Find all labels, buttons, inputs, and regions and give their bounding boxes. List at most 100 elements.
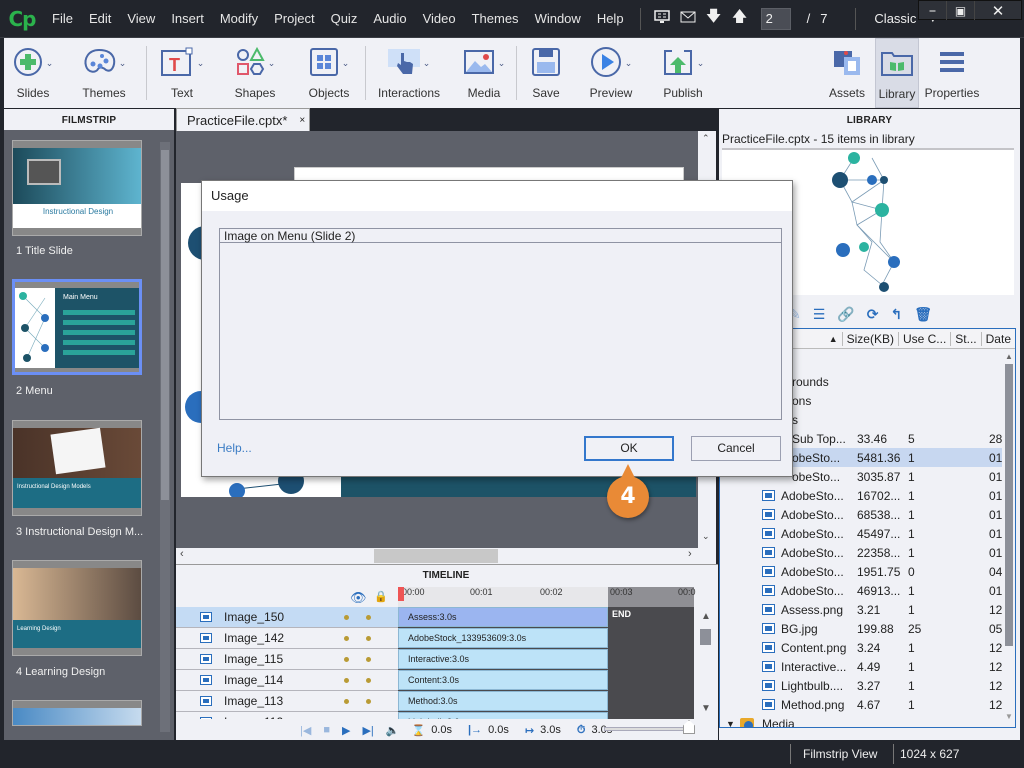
- library-media-folder[interactable]: ▼ Media: [720, 714, 1002, 728]
- column-date[interactable]: Date: [980, 331, 1015, 346]
- cancel-button[interactable]: Cancel: [691, 436, 781, 461]
- current-slide-input[interactable]: [760, 7, 791, 30]
- lock-dot[interactable]: [366, 614, 371, 620]
- lock-dot[interactable]: [366, 656, 371, 662]
- timeline-bar[interactable]: Interactive:3.0s: [398, 649, 608, 669]
- themes-button[interactable]: ⌄ Themes: [62, 38, 146, 108]
- column-status[interactable]: St...: [950, 331, 980, 346]
- slider-handle[interactable]: [683, 720, 695, 734]
- menu-edit[interactable]: Edit: [81, 11, 119, 26]
- forward-to-end-icon[interactable]: ▶|: [362, 724, 373, 737]
- scrollbar-thumb[interactable]: [1005, 364, 1013, 646]
- slide-thumbnail-5[interactable]: [12, 700, 142, 726]
- timeline-bar[interactable]: Lightbulb:3.0s: [398, 712, 608, 719]
- timeline-layer-row[interactable]: Image_115: [176, 649, 398, 670]
- audio-icon[interactable]: 🔈: [386, 724, 400, 737]
- scroll-down-icon[interactable]: ▼: [701, 703, 711, 714]
- library-item-row[interactable]: AdobeSto... 46913... 1 01: [720, 581, 1002, 600]
- close-window-button[interactable]: ✕: [975, 1, 1021, 20]
- scroll-up-icon[interactable]: ▲: [701, 611, 711, 622]
- slide-thumbnail-4[interactable]: Learning Design: [12, 560, 142, 656]
- library-item-row[interactable]: Content.png 3.24 1 12: [720, 638, 1002, 657]
- library-item-row[interactable]: AdobeSto... 22358... 1 01: [720, 543, 1002, 562]
- column-size[interactable]: Size(KB): [841, 331, 898, 346]
- comments-icon[interactable]: [649, 9, 675, 28]
- timeline-layer-row[interactable]: Image_114: [176, 670, 398, 691]
- scroll-down-icon[interactable]: ⌄: [702, 531, 710, 542]
- lock-dot[interactable]: [366, 698, 371, 704]
- scrollbar-thumb[interactable]: [374, 549, 498, 563]
- visibility-dot[interactable]: [344, 677, 349, 683]
- preview-button[interactable]: ⌄ Preview: [575, 38, 647, 108]
- library-item-row[interactable]: Lightbulb.... 3.27 1 12: [720, 676, 1002, 695]
- menu-audio[interactable]: Audio: [365, 11, 414, 26]
- delete-trash-icon[interactable]: 🗑: [914, 306, 932, 323]
- menu-help[interactable]: Help: [589, 11, 632, 26]
- library-item-row[interactable]: Assess.png 3.21 1 12: [720, 600, 1002, 619]
- library-item-row[interactable]: BG.jpg 199.88 25 05: [720, 619, 1002, 638]
- library-item-row[interactable]: AdobeSto... 1951.75 0 04: [720, 562, 1002, 581]
- slide-thumbnail-3[interactable]: Instructional Design Models: [12, 420, 142, 516]
- menu-insert[interactable]: Insert: [163, 11, 212, 26]
- link-icon[interactable]: 🔗: [837, 306, 854, 323]
- scrollbar-thumb[interactable]: [700, 629, 711, 645]
- scrollbar-thumb[interactable]: [161, 150, 169, 500]
- timeline-layer-row[interactable]: Image_113: [176, 691, 398, 712]
- close-tab-icon[interactable]: ×: [299, 115, 305, 126]
- expand-triangle-icon[interactable]: ▼: [726, 719, 735, 728]
- properties-list-icon[interactable]: ☰: [813, 306, 826, 323]
- stop-icon[interactable]: ■: [323, 724, 330, 736]
- visibility-dot[interactable]: [344, 698, 349, 704]
- previous-slide-arrow-up-icon[interactable]: 🡅: [727, 6, 753, 31]
- scroll-right-icon[interactable]: ›: [688, 548, 692, 560]
- menu-project[interactable]: Project: [266, 11, 322, 26]
- minimize-button[interactable]: ⎯: [919, 1, 947, 20]
- menu-view[interactable]: View: [119, 11, 163, 26]
- column-use-count[interactable]: Use C...: [897, 331, 950, 346]
- timeline-layer-row[interactable]: Image_112: [176, 712, 398, 719]
- timeline-layer-row[interactable]: Image_150: [176, 607, 398, 628]
- play-icon[interactable]: ▶: [342, 724, 350, 737]
- menu-window[interactable]: Window: [527, 11, 589, 26]
- menu-modify[interactable]: Modify: [212, 11, 266, 26]
- update-refresh-icon[interactable]: ⟳: [867, 306, 879, 323]
- mail-icon[interactable]: [675, 10, 701, 27]
- text-button[interactable]: T ⌄ Text: [147, 38, 217, 108]
- maximize-button[interactable]: ▣: [947, 1, 975, 20]
- slide-thumbnail-1[interactable]: Instructional Design: [12, 140, 142, 236]
- slides-button[interactable]: ⌄ Slides: [4, 38, 62, 108]
- timeline-bar[interactable]: Method:3.0s: [398, 691, 608, 711]
- scroll-left-icon[interactable]: ‹: [180, 548, 184, 560]
- next-slide-arrow-down-icon[interactable]: 🡇: [701, 6, 727, 31]
- lock-dot[interactable]: [366, 635, 371, 641]
- timeline-scrollbar[interactable]: ▲ ▼: [696, 607, 716, 719]
- scroll-up-icon[interactable]: ▲: [1005, 352, 1013, 361]
- library-item-row[interactable]: AdobeSto... 16702... 1 01: [720, 486, 1002, 505]
- usage-icon[interactable]: ↰: [890, 306, 902, 323]
- media-button[interactable]: ⌄ Media: [452, 38, 516, 108]
- menu-themes[interactable]: Themes: [464, 11, 527, 26]
- timeline-bar[interactable]: Content:3.0s: [398, 670, 608, 690]
- visibility-dot[interactable]: [344, 635, 349, 641]
- rewind-icon[interactable]: |◀: [300, 724, 311, 737]
- lock-icon[interactable]: 🔒: [374, 590, 388, 603]
- library-item-row[interactable]: AdobeSto... 45497... 1 01: [720, 524, 1002, 543]
- lock-dot[interactable]: [366, 677, 371, 683]
- menu-quiz[interactable]: Quiz: [323, 11, 366, 26]
- scroll-up-icon[interactable]: ⌃: [702, 133, 710, 144]
- playhead[interactable]: [398, 587, 404, 601]
- visibility-eye-icon[interactable]: 👁: [350, 590, 367, 606]
- visibility-dot[interactable]: [344, 656, 349, 662]
- library-button[interactable]: Library: [875, 38, 919, 108]
- interactions-button[interactable]: ⌄ Interactions: [366, 38, 452, 108]
- timeline-zoom-slider[interactable]: [604, 720, 695, 734]
- library-scrollbar[interactable]: ▲ ▼: [1003, 350, 1015, 726]
- menu-file[interactable]: File: [44, 11, 81, 26]
- timeline-ruler[interactable]: 00:00 00:01 00:02 00:03 00:0: [398, 587, 696, 607]
- timeline-bar[interactable]: AdobeStock_133953609:3.0s: [398, 628, 608, 648]
- library-item-row[interactable]: AdobeSto... 68538... 1 01: [720, 505, 1002, 524]
- shapes-button[interactable]: ⌄ Shapes: [217, 38, 293, 108]
- objects-button[interactable]: ⌄ Objects: [293, 38, 365, 108]
- visibility-dot[interactable]: [344, 614, 349, 620]
- properties-button[interactable]: Properties: [919, 38, 985, 108]
